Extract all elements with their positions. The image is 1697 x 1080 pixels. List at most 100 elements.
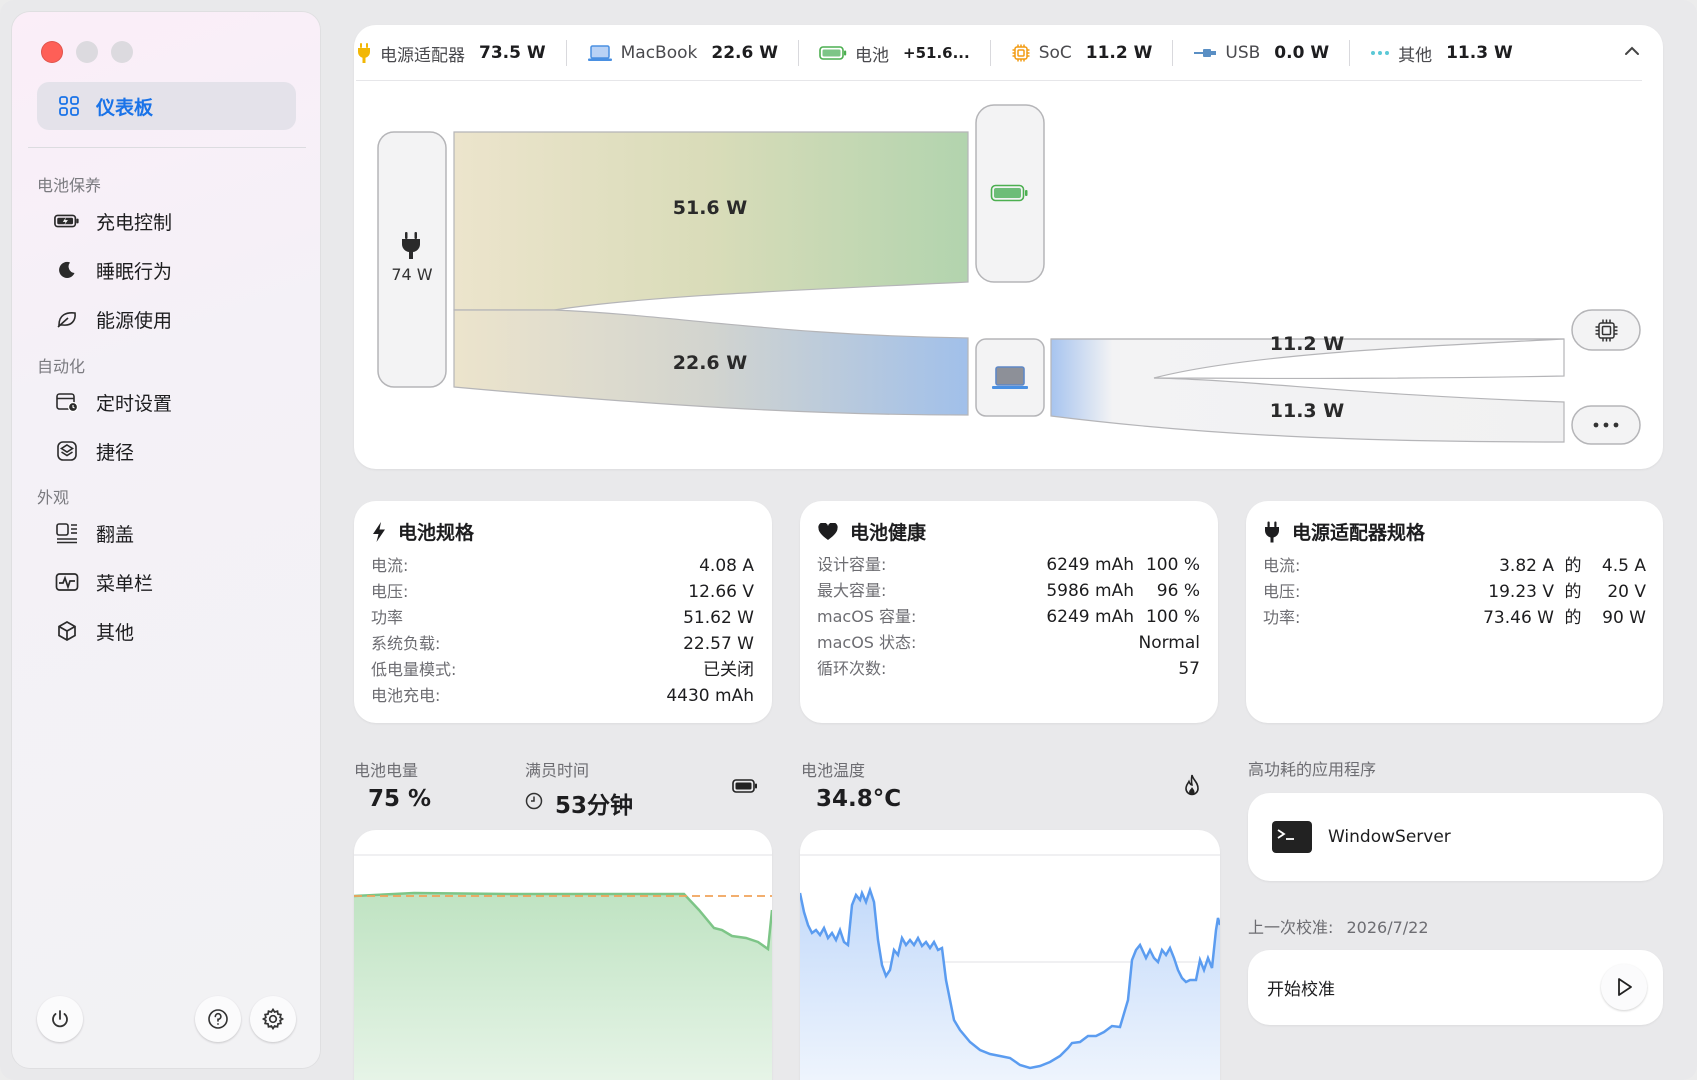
spec-label: 系统负载:: [371, 634, 441, 653]
minimize-window-button[interactable]: [76, 41, 98, 63]
flow-soc-label: 11.2 W: [1269, 333, 1345, 355]
spec-value: 12.66 V: [688, 582, 754, 602]
terminal-icon: [1272, 821, 1312, 853]
spec-label: 功率: [371, 608, 404, 627]
battery-spec-title: 电池规格: [372, 518, 474, 545]
sidebar-item-charge-control[interactable]: 充电控制: [54, 205, 172, 237]
sidebar-item-dashboard[interactable]: 仪表板: [37, 82, 296, 130]
sidebar-item-shortcuts[interactable]: 捷径: [54, 435, 134, 467]
summary-other[interactable]: 其他 11.3 W: [1370, 41, 1513, 66]
summary-label: SoC: [1038, 43, 1072, 63]
summary-macbook[interactable]: MacBook 22.6 W: [587, 43, 778, 63]
grid-icon: [59, 96, 79, 116]
health-value: Normal: [1138, 633, 1200, 653]
time-to-full-label: 满员时间: [525, 761, 590, 780]
section-automation: 自动化: [37, 357, 86, 376]
summary-label: MacBook: [620, 43, 698, 63]
soc-node[interactable]: [1571, 309, 1641, 351]
flame-icon: [1185, 774, 1199, 796]
summary-label: 电源适配器: [380, 45, 465, 66]
health-label: macOS 容量:: [817, 607, 917, 626]
sidebar-item-schedule[interactable]: 定时设置: [54, 386, 172, 418]
summary-usb[interactable]: USB 0.0 W: [1193, 43, 1329, 63]
battery-health-title: 电池健康: [818, 518, 926, 545]
adapter-of: 的: [1564, 556, 1582, 576]
summary-value: 11.2 W: [1085, 43, 1153, 63]
adapter-max: 4.5 A: [1601, 556, 1646, 576]
adapter-label: 电压:: [1263, 582, 1301, 601]
dots-icon: [1371, 51, 1390, 55]
sidebar-item-label: 其他: [96, 621, 135, 644]
adapter-max: 90 W: [1602, 608, 1646, 628]
summary-soc[interactable]: SoC 11.2 W: [1011, 43, 1153, 63]
summary-adapter[interactable]: 电源适配器 73.5 W: [356, 41, 546, 66]
spec-value: 22.57 W: [683, 634, 754, 654]
adapter-of: 的: [1564, 582, 1582, 602]
bolt-icon: [373, 521, 385, 542]
start-calibration-button[interactable]: [1601, 964, 1647, 1010]
adapter-label: 功率:: [1263, 608, 1301, 627]
last-calibration-label: 上一次校准:: [1248, 918, 1334, 937]
health-value: 6249 mAh: [1046, 555, 1134, 575]
spec-value: 已关闭: [703, 660, 754, 680]
calendar-clock-icon: [54, 390, 80, 414]
sidebar-item-label: 捷径: [96, 441, 135, 464]
spec-label: 电池充电:: [371, 686, 441, 705]
power-flow-diagram: [377, 104, 1641, 445]
time-to-full-value: 53分钟: [555, 793, 634, 819]
adapter-label: 电流:: [1263, 556, 1301, 575]
sidebar-item-energy-usage[interactable]: 能源使用: [54, 303, 172, 335]
sidebar-item-label: 能源使用: [96, 309, 173, 332]
sidebar-item-label: 充电控制: [96, 211, 173, 234]
adapter-value: 73.46 W: [1483, 608, 1554, 628]
sidebar-item-lid[interactable]: 翻盖: [54, 517, 134, 549]
spec-label: 低电量模式:: [371, 660, 457, 679]
adapter-value: 3.82 A: [1499, 556, 1554, 576]
chevron-up-icon[interactable]: [1622, 43, 1642, 59]
health-label: 设计容量:: [817, 555, 887, 574]
settings-button[interactable]: [250, 996, 296, 1042]
summary-label: USB: [1225, 43, 1261, 63]
power-summary-bar: 电源适配器 73.5 W MacBook 22.6 W 电池 +51.6... …: [356, 25, 1662, 81]
help-button[interactable]: [195, 996, 241, 1042]
heart-icon: [818, 522, 838, 540]
summary-label: 电池: [855, 45, 889, 66]
section-appearance: 外观: [37, 488, 70, 507]
cube-icon: [54, 619, 80, 643]
zoom-window-button[interactable]: [111, 41, 133, 63]
sidebar-item-menubar[interactable]: 菜单栏: [54, 566, 153, 598]
summary-battery[interactable]: 电池 +51.6...: [819, 41, 970, 66]
summary-value: 73.5 W: [479, 43, 546, 63]
sidebar-item-other[interactable]: 其他: [54, 615, 134, 647]
summary-divider: [565, 40, 567, 66]
spec-value: 4.08 A: [699, 556, 754, 576]
close-window-button[interactable]: [41, 41, 63, 63]
plug-icon: [1265, 521, 1279, 542]
health-label: macOS 状态:: [817, 633, 917, 652]
health-value: 5986 mAh: [1046, 581, 1134, 601]
battery-icon: [819, 46, 847, 60]
adapter-node[interactable]: [377, 131, 447, 388]
battery-temp-value: 34.8°C: [816, 786, 902, 812]
chip-icon: [1012, 44, 1030, 62]
summary-label: 其他: [1398, 45, 1433, 66]
adapter-value: 19.23 V: [1488, 582, 1554, 602]
adapter-of: 的: [1564, 608, 1582, 628]
clock-icon: [525, 792, 543, 810]
sidebar-item-label: 翻盖: [96, 523, 135, 546]
app-row[interactable]: WindowServer: [1248, 793, 1663, 881]
summary-divider: [1349, 40, 1351, 66]
flow-macbook-label: 22.6 W: [672, 352, 748, 374]
power-button[interactable]: [37, 996, 83, 1042]
card-title-text: 电源适配器规格: [1292, 522, 1426, 544]
battery-temp-label: 电池温度: [801, 761, 866, 780]
waveform-window-icon: [54, 570, 80, 594]
question-icon: [208, 1009, 228, 1029]
adapter-spec-title: 电源适配器规格: [1264, 518, 1425, 545]
health-value: 57: [1178, 659, 1200, 679]
battery-level-label: 电池电量: [354, 761, 419, 780]
flow-other-label: 11.3 W: [1269, 400, 1345, 422]
sidebar-item-sleep-behavior[interactable]: 睡眠行为: [54, 254, 172, 286]
summary-value: 11.3 W: [1446, 43, 1513, 63]
shortcuts-icon: [54, 439, 80, 463]
